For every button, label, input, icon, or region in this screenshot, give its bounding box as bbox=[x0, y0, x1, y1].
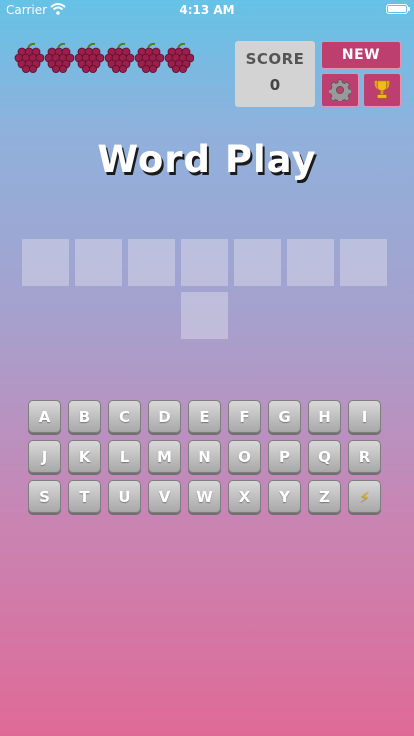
key-i[interactable]: I bbox=[348, 400, 381, 433]
grapes-icon bbox=[104, 42, 134, 73]
grapes-icon bbox=[164, 42, 194, 73]
key-e[interactable]: E bbox=[188, 400, 221, 433]
lives-indicator bbox=[14, 42, 194, 74]
game-screen: Carrier 4:13 AM SCORE 0 NEW Word Play A … bbox=[0, 0, 414, 736]
key-r[interactable]: R bbox=[348, 440, 381, 473]
key-h[interactable]: H bbox=[308, 400, 341, 433]
trophy-icon bbox=[374, 80, 390, 99]
key-b[interactable]: B bbox=[68, 400, 101, 433]
key-y[interactable]: Y bbox=[268, 480, 301, 513]
lightning-icon: ⚡ bbox=[359, 487, 370, 506]
key-j[interactable]: J bbox=[28, 440, 61, 473]
key-q[interactable]: Q bbox=[308, 440, 341, 473]
answer-slot[interactable] bbox=[75, 239, 122, 286]
hint-key[interactable]: ⚡ bbox=[348, 480, 381, 513]
key-o[interactable]: O bbox=[228, 440, 261, 473]
clock: 4:13 AM bbox=[179, 3, 235, 17]
key-d[interactable]: D bbox=[148, 400, 181, 433]
key-n[interactable]: N bbox=[188, 440, 221, 473]
settings-button[interactable] bbox=[321, 73, 359, 107]
answer-slot[interactable] bbox=[22, 239, 69, 286]
score-panel: SCORE 0 bbox=[235, 41, 315, 107]
key-v[interactable]: V bbox=[148, 480, 181, 513]
answer-slot[interactable] bbox=[287, 239, 334, 286]
key-x[interactable]: X bbox=[228, 480, 261, 513]
key-u[interactable]: U bbox=[108, 480, 141, 513]
key-k[interactable]: K bbox=[68, 440, 101, 473]
grapes-icon bbox=[14, 42, 44, 73]
key-g[interactable]: G bbox=[268, 400, 301, 433]
key-z[interactable]: Z bbox=[308, 480, 341, 513]
leaderboard-button[interactable] bbox=[363, 73, 401, 107]
key-f[interactable]: F bbox=[228, 400, 261, 433]
grapes-icon bbox=[74, 42, 104, 73]
key-c[interactable]: C bbox=[108, 400, 141, 433]
key-s[interactable]: S bbox=[28, 480, 61, 513]
new-game-button[interactable]: NEW bbox=[321, 41, 401, 69]
answer-slot[interactable] bbox=[181, 292, 228, 339]
key-t[interactable]: T bbox=[68, 480, 101, 513]
grapes-icon bbox=[44, 42, 74, 73]
answer-slot[interactable] bbox=[234, 239, 281, 286]
answer-slot[interactable] bbox=[181, 239, 228, 286]
gear-icon bbox=[329, 79, 351, 101]
battery-icon bbox=[386, 4, 410, 14]
key-a[interactable]: A bbox=[28, 400, 61, 433]
score-value: 0 bbox=[269, 76, 281, 94]
key-l[interactable]: L bbox=[108, 440, 141, 473]
game-title: Word Play bbox=[97, 138, 317, 181]
answer-slot[interactable] bbox=[128, 239, 175, 286]
status-bar: Carrier 4:13 AM bbox=[0, 0, 414, 20]
answer-slot[interactable] bbox=[340, 239, 387, 286]
key-p[interactable]: P bbox=[268, 440, 301, 473]
score-label: SCORE bbox=[245, 50, 305, 68]
grapes-icon bbox=[134, 42, 164, 73]
key-w[interactable]: W bbox=[188, 480, 221, 513]
key-m[interactable]: M bbox=[148, 440, 181, 473]
